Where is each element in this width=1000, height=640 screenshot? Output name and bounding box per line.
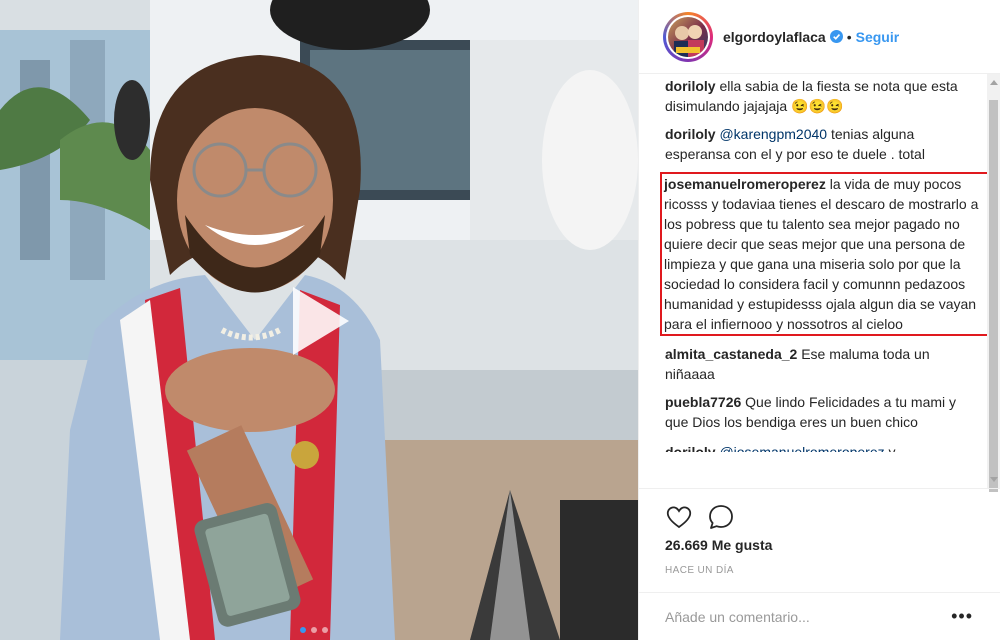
follow-button[interactable]: Seguir <box>856 29 900 45</box>
comment-username[interactable]: doriloly <box>665 444 716 452</box>
comment-mention[interactable]: @josemanuelromeroperez <box>719 444 884 452</box>
comment-item: doriloly ella sabia de la fiesta se nota… <box>665 76 983 116</box>
comments-list[interactable]: doriloly ella sabia de la fiesta se nota… <box>639 74 1000 488</box>
scroll-down-arrow-icon[interactable] <box>990 477 998 482</box>
post-username[interactable]: elgordoylaflaca <box>723 29 826 45</box>
carousel-dot-active <box>300 627 306 633</box>
post-actions <box>639 488 1000 531</box>
carousel-indicator <box>300 627 328 633</box>
comment-username[interactable]: josemanuelromeroperez <box>664 176 826 192</box>
likes-count[interactable]: 26.669 Me gusta <box>665 537 772 553</box>
avatar-image <box>668 16 708 57</box>
comment-item: puebla7726 Que lindo Felicidades a tu ma… <box>665 392 983 432</box>
more-options-button[interactable]: ••• <box>951 607 973 625</box>
avatar-ring <box>666 14 710 59</box>
post-header: elgordoylaflaca • Seguir <box>639 0 1000 74</box>
comments-scrollbar[interactable] <box>987 74 1000 492</box>
heart-icon[interactable] <box>665 503 693 531</box>
comment-item-partial: doriloly @josemanuelromeroperez y <box>665 442 983 452</box>
comment-username[interactable]: doriloly <box>665 78 716 94</box>
avatar[interactable] <box>663 11 713 62</box>
comment-icon[interactable] <box>707 503 735 531</box>
comment-item: doriloly @karengpm2040 tenias alguna esp… <box>665 124 983 164</box>
post-sidebar: elgordoylaflaca • Seguir doriloly ella s… <box>638 0 1000 640</box>
highlighted-comment: josemanuelromeroperez la vida de muy poc… <box>660 172 991 336</box>
post-video[interactable] <box>0 0 638 640</box>
comment-text: y <box>888 444 896 452</box>
comment-username[interactable]: doriloly <box>665 126 716 142</box>
comment-mention[interactable]: @karengpm2040 <box>719 126 827 142</box>
avatar-people-icon <box>674 24 704 57</box>
scroll-up-arrow-icon[interactable] <box>990 80 998 85</box>
verified-badge-icon <box>829 30 843 43</box>
carousel-dot <box>311 627 317 633</box>
play-button[interactable] <box>279 283 355 359</box>
comment-username[interactable]: almita_castaneda_2 <box>665 346 797 362</box>
add-comment-bar: ••• <box>639 592 1000 640</box>
post-timestamp: HACE UN DÍA <box>665 565 734 576</box>
comment-text: la vida de muy pocos ricosss y todaviaa … <box>664 176 979 332</box>
comment-username[interactable]: puebla7726 <box>665 394 741 410</box>
comment-input[interactable] <box>665 608 945 625</box>
scrollbar-thumb[interactable] <box>989 100 998 492</box>
play-icon <box>293 287 349 355</box>
header-separator: • <box>846 28 852 45</box>
comment-item: almita_castaneda_2 Ese maluma toda un ni… <box>665 344 983 384</box>
carousel-dot <box>322 627 328 633</box>
